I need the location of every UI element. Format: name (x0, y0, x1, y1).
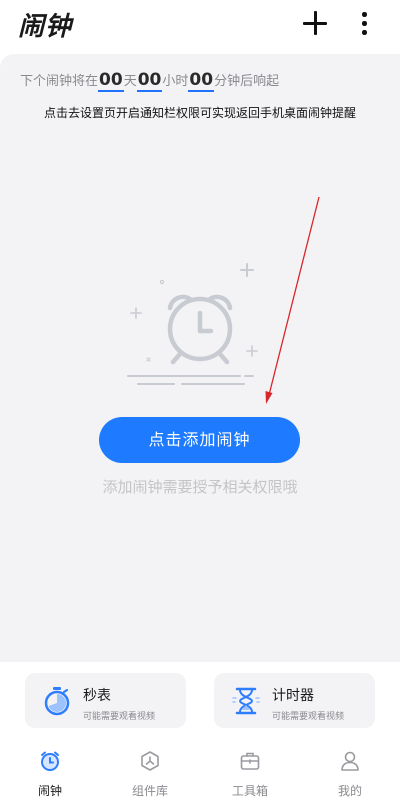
app-header: 闹钟 (0, 0, 400, 52)
alarm-clock-icon (41, 751, 59, 771)
card-title: 秒表 (83, 688, 111, 704)
hourglass-icon (232, 687, 260, 715)
countdown-suffix: 分钟后响起 (214, 74, 280, 89)
bottom-navigation: 闹钟 组件库 工具箱 我的 (0, 738, 400, 802)
stopwatch-card[interactable]: 秒表 可能需要观看视频 (25, 673, 186, 728)
countdown-hours: 00 (136, 70, 163, 92)
nav-label: 我的 (337, 784, 362, 798)
countdown-minutes: 00 (188, 70, 215, 92)
card-subtitle: 可能需要观看视频 (83, 712, 156, 722)
permission-hint: 添加闹钟需要授予相关权限哦 (102, 478, 298, 496)
add-alarm-button[interactable] (302, 10, 328, 36)
add-alarm-primary-button[interactable]: 点击添加闹钟 (99, 417, 300, 463)
nav-item-widgets[interactable]: 组件库 (100, 738, 200, 802)
timer-card[interactable]: 计时器 可能需要观看视频 (214, 673, 375, 728)
page-title: 闹钟 (18, 12, 73, 42)
nav-item-profile[interactable]: 我的 (300, 738, 400, 802)
nav-item-toolbox[interactable]: 工具箱 (200, 738, 300, 802)
nav-label: 工具箱 (231, 784, 268, 798)
countdown-days: 00 (98, 70, 124, 92)
alarm-app: 闹钟 下个闹钟将在00天00小时00分钟后响起 点击去设置页开启通知栏权限可实现… (0, 0, 400, 802)
more-options-button[interactable] (356, 10, 372, 36)
nav-item-alarm[interactable]: 闹钟 (0, 738, 100, 802)
toolbox-icon (240, 752, 260, 770)
widget-icon (141, 751, 159, 771)
countdown-days-unit: 天 (123, 74, 137, 89)
card-subtitle: 可能需要观看视频 (272, 712, 345, 722)
next-alarm-countdown: 下个闹钟将在00天00小时00分钟后响起 (20, 70, 280, 92)
stopwatch-icon (44, 687, 70, 716)
nav-label: 组件库 (131, 784, 168, 798)
countdown-hours-unit: 小时 (162, 74, 189, 89)
user-icon (341, 751, 359, 771)
nav-label: 闹钟 (37, 784, 62, 798)
alarm-clock-icon (127, 263, 258, 385)
countdown-prefix: 下个闹钟将在 (20, 74, 99, 89)
card-title: 计时器 (272, 688, 314, 704)
more-vertical-icon (362, 12, 367, 17)
notification-permission-notice[interactable]: 点击去设置页开启通知栏权限可实现返回手机桌面闹钟提醒 (0, 104, 400, 121)
